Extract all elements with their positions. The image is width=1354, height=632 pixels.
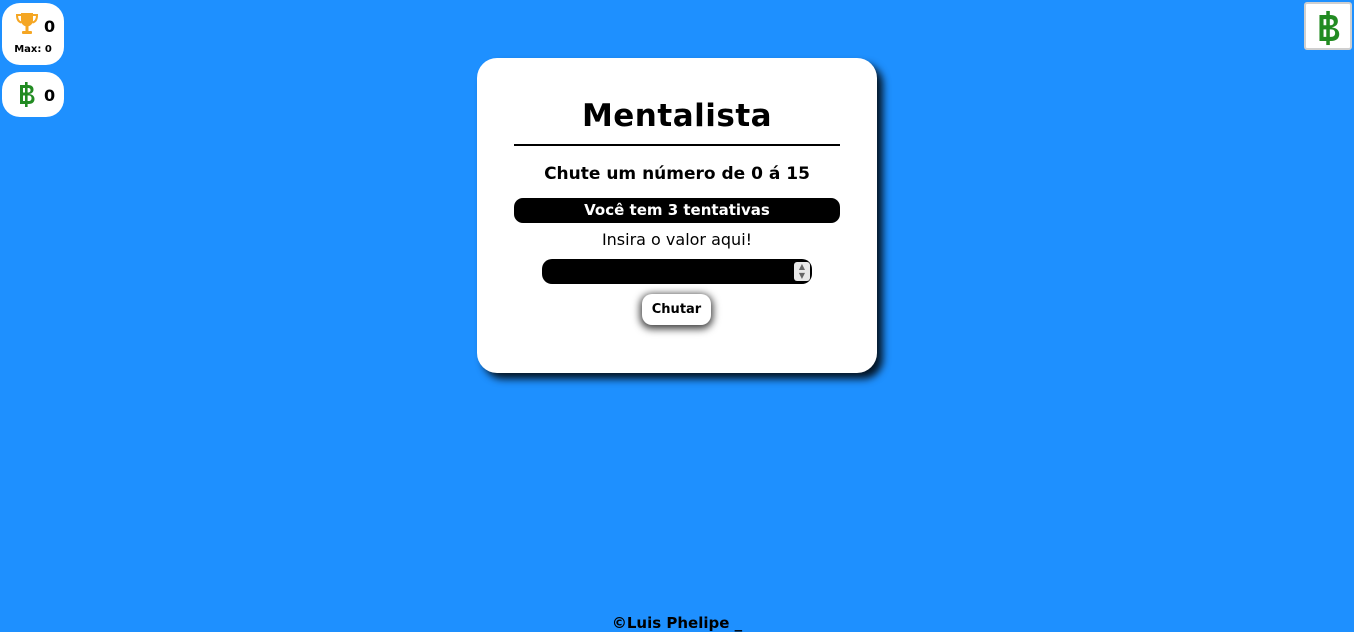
guess-input[interactable]: ▲ ▼	[542, 259, 812, 284]
guess-button[interactable]: Chutar	[642, 294, 711, 325]
footer-credit: ©Luis Phelipe _	[611, 614, 743, 632]
game-title: Mentalista	[581, 98, 773, 134]
input-label: Insira o valor aqui!	[601, 230, 753, 249]
title-divider	[514, 144, 840, 146]
score-badge: 0 Max: 0	[2, 3, 64, 65]
spinner-up-icon[interactable]: ▲	[798, 263, 806, 271]
max-score-label: Max: 0	[14, 44, 52, 55]
shop-button[interactable]	[1304, 2, 1352, 50]
trophy-icon	[15, 13, 39, 34]
game-instruction: Chute um número de 0 á 15	[544, 164, 810, 184]
baht-sign-icon	[1319, 10, 1340, 46]
coin-count: 0	[44, 86, 56, 105]
baht-sign-icon	[20, 82, 35, 107]
coins-badge: 0	[2, 72, 64, 117]
game-card: Mentalista Chute um número de 0 á 15 Voc…	[477, 58, 877, 373]
number-spinner[interactable]: ▲ ▼	[794, 262, 810, 281]
attempts-banner: Você tem 3 tentativas	[514, 198, 840, 223]
score-value: 0	[44, 17, 56, 36]
spinner-down-icon[interactable]: ▼	[798, 272, 806, 280]
